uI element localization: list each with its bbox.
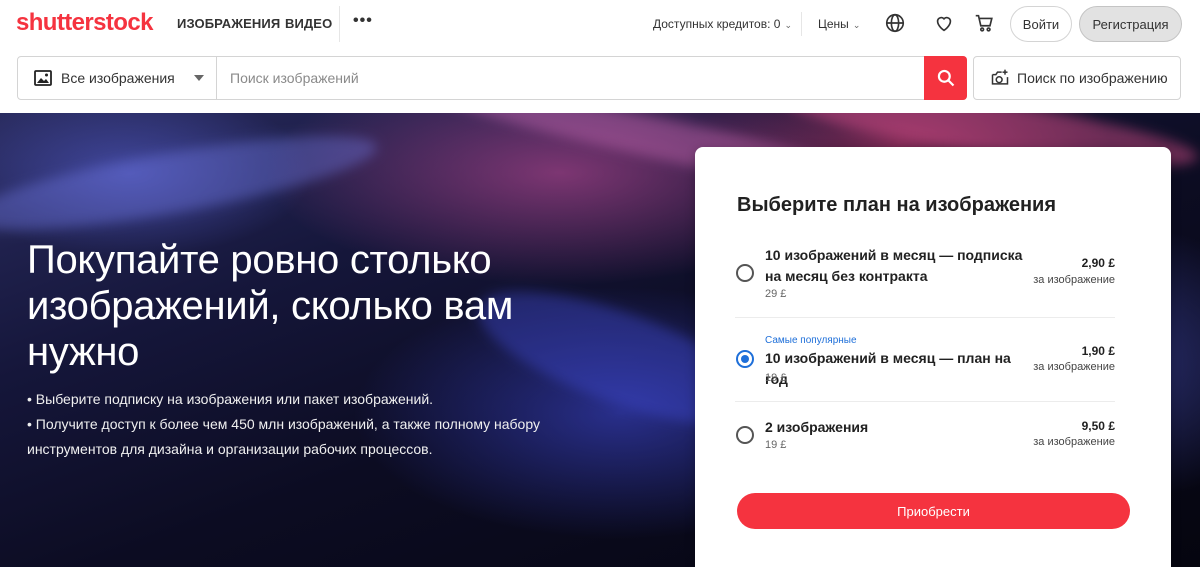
register-button[interactable]: Регистрация [1079, 6, 1182, 42]
image-search-button[interactable]: Поиск по изображению [973, 56, 1181, 100]
chevron-down-icon: ⌄ [784, 20, 792, 30]
hero-bullet: • Выберите подписку на изображения или п… [27, 391, 434, 407]
plan-price-unit: за изображение [1033, 274, 1115, 286]
credits-label: Доступных кредитов: 0 [653, 17, 781, 31]
plan-price: 2,90 £ [1081, 256, 1115, 270]
image-icon [34, 70, 52, 91]
globe-icon[interactable] [884, 12, 908, 36]
plan-price-unit: за изображение [1033, 436, 1115, 448]
search-button[interactable] [924, 56, 967, 100]
cart-icon[interactable] [973, 12, 997, 36]
media-type-select[interactable]: Все изображения [18, 57, 217, 99]
caret-down-icon [194, 75, 204, 81]
popular-badge: Самые популярные [765, 335, 857, 346]
radio-button[interactable] [736, 426, 754, 444]
plan-total: 29 £ [765, 288, 787, 300]
shutterstock-logo[interactable]: shutterstock [16, 9, 153, 37]
plan-price: 9,50 £ [1081, 419, 1115, 433]
nav-video[interactable]: ВИДЕО [285, 16, 332, 31]
radio-button[interactable] [736, 264, 754, 282]
plan-selector-card: Выберите план на изображения 10 изображе… [695, 147, 1171, 567]
plan-option-pack[interactable]: 2 изображения 19 £ 9,50 £ за изображение [735, 415, 1115, 455]
purchase-button[interactable]: Приобрести [737, 493, 1130, 529]
search-input[interactable] [218, 57, 924, 99]
plan-total: 19 £ [765, 372, 787, 384]
image-search-label: Поиск по изображению [1017, 70, 1168, 86]
login-button[interactable]: Войти [1010, 6, 1072, 42]
plan-price: 1,90 £ [1081, 344, 1115, 358]
hero-bullet: • Получите доступ к более чем 450 млн из… [27, 416, 540, 457]
media-type-label: Все изображения [61, 70, 175, 86]
plan-price-unit: за изображение [1033, 361, 1115, 373]
pricing-label: Цены [818, 17, 849, 31]
radio-button-selected[interactable] [736, 350, 754, 368]
nav-images[interactable]: ИЗОБРАЖЕНИЯ [177, 16, 280, 31]
more-icon[interactable]: ••• [353, 12, 373, 30]
header-divider [801, 12, 802, 36]
plan-total: 19 £ [765, 439, 787, 451]
chevron-down-icon: ⌄ [852, 20, 861, 30]
plan-card-title: Выберите план на изображения [737, 194, 1057, 216]
plan-option-annual[interactable]: Самые популярные 10 изображений в месяц … [735, 335, 1115, 390]
heart-icon[interactable] [933, 12, 957, 36]
credits-dropdown[interactable]: Доступных кредитов: 0 ⌄ [653, 17, 792, 31]
plan-name: 10 изображений в месяц — план на год [765, 350, 1011, 387]
top-header: shutterstock ИЗОБРАЖЕНИЯ ВИДЕО ••• Досту… [0, 0, 1200, 48]
plan-name: 2 изображения [765, 419, 869, 435]
camera-search-icon [990, 68, 1010, 93]
search-bar: Все изображения [17, 56, 967, 100]
hero-light-streak [0, 116, 383, 250]
nav-divider [339, 6, 340, 42]
hero-title: Покупайте ровно столько изображений, ско… [27, 238, 514, 374]
search-icon [937, 69, 954, 87]
pricing-dropdown[interactable]: Цены ⌄ [818, 17, 860, 31]
plan-option-monthly[interactable]: 10 изображений в месяц — подписка на мес… [735, 243, 1115, 313]
plan-divider [735, 317, 1115, 318]
hero-bullets: • Выберите подписку на изображения или п… [27, 387, 567, 462]
plan-name: 10 изображений в месяц — подписка на мес… [765, 247, 1023, 284]
plan-divider [735, 401, 1115, 402]
